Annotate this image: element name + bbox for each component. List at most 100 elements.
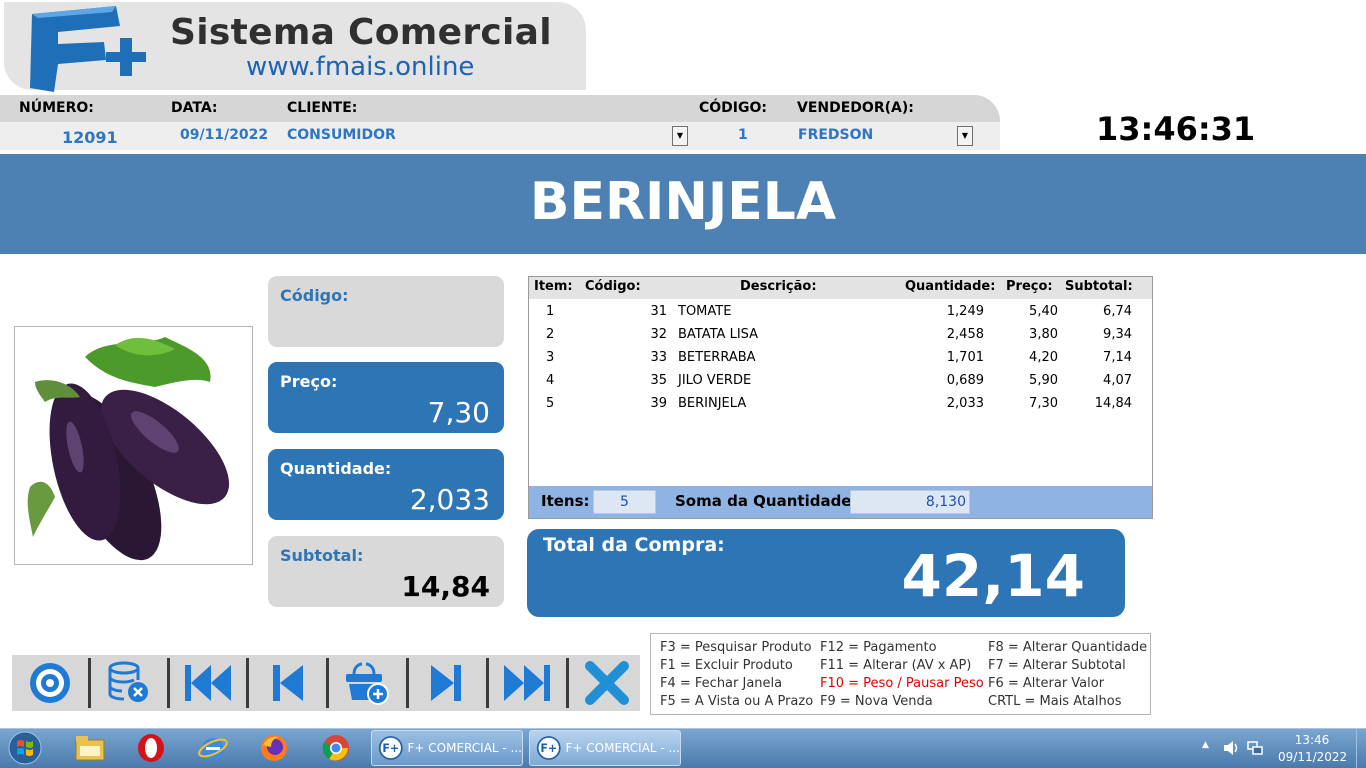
col-header-quantidade: Quantidade: bbox=[905, 279, 996, 294]
fmais-logo-icon bbox=[30, 6, 146, 92]
shortcut-item: F12 = Pagamento bbox=[820, 640, 937, 655]
show-desktop-button[interactable] bbox=[1356, 729, 1366, 768]
preco-field-label: Preço: bbox=[280, 372, 338, 391]
row-3-quantidade: 1,701 bbox=[946, 350, 984, 365]
preco-field-value: 7,30 bbox=[427, 396, 490, 429]
close-icon bbox=[585, 661, 629, 705]
cliente-label: CLIENTE: bbox=[287, 100, 358, 116]
quantidade-field: Quantidade: 2,033 bbox=[268, 449, 504, 520]
add-to-cart-button[interactable] bbox=[329, 657, 405, 709]
brand-url[interactable]: www.fmais.online bbox=[246, 52, 474, 82]
show-hidden-icons-chevron-icon[interactable]: ▲ bbox=[1202, 740, 1209, 750]
row-3-item: 3 bbox=[546, 350, 555, 365]
pdv-window: Sistema Comercial www.fmais.online NÚMER… bbox=[0, 0, 1366, 768]
svg-text:F+: F+ bbox=[540, 742, 557, 755]
row-5-codigo: 39 bbox=[650, 396, 667, 411]
subtotal-field: Subtotal: 14,84 bbox=[268, 536, 504, 607]
last-record-icon bbox=[504, 665, 550, 701]
items-table bbox=[528, 276, 1153, 519]
row-2-codigo: 32 bbox=[650, 327, 667, 342]
shortcut-item: F7 = Alterar Subtotal bbox=[988, 658, 1126, 673]
row-3-subtotal: 7,14 bbox=[1103, 350, 1132, 365]
network-icon[interactable] bbox=[1246, 739, 1264, 757]
row-1-subtotal: 6,74 bbox=[1103, 304, 1132, 319]
shortcut-item: F4 = Fechar Janela bbox=[660, 676, 783, 691]
row-5-quantidade: 2,033 bbox=[946, 396, 984, 411]
product-image bbox=[14, 326, 253, 565]
taskbar-opera[interactable] bbox=[133, 732, 169, 764]
data-label: DATA: bbox=[171, 100, 218, 116]
row-2-preco: 3,80 bbox=[1029, 327, 1058, 342]
database-delete-icon bbox=[108, 661, 148, 702]
row-2-item: 2 bbox=[546, 327, 555, 342]
row-2-quantidade: 2,458 bbox=[946, 327, 984, 342]
row-3-codigo: 33 bbox=[650, 350, 667, 365]
row-3-descricao[interactable]: BETERRABA bbox=[678, 350, 756, 365]
row-1-preco: 5,40 bbox=[1029, 304, 1058, 319]
cliente-dropdown-button[interactable]: ▼ bbox=[672, 126, 688, 146]
tray-clock-time[interactable]: 13:46 bbox=[1282, 733, 1342, 747]
vendedor-label: VENDEDOR(A): bbox=[797, 100, 914, 116]
current-product-name: BERINJELA bbox=[529, 172, 837, 232]
shortcut-item: F1 = Excluir Produto bbox=[660, 658, 793, 673]
tray-clock-date[interactable]: 09/11/2022 bbox=[1278, 750, 1347, 764]
numero-value: 12091 bbox=[62, 128, 118, 147]
taskbar-window-button[interactable]: F+ F+ COMERCIAL - ... bbox=[371, 730, 523, 766]
volume-icon[interactable] bbox=[1222, 739, 1240, 757]
close-sale-button[interactable] bbox=[569, 657, 645, 709]
shortcut-item: F8 = Alterar Quantidade bbox=[988, 640, 1148, 655]
row-5-descricao[interactable]: BERINJELA bbox=[678, 396, 746, 411]
col-header-codigo: Código: bbox=[585, 279, 641, 294]
codigo-label: CÓDIGO: bbox=[699, 100, 767, 116]
col-header-preco: Preço: bbox=[1006, 279, 1053, 294]
taskbar-window-title: F+ COMERCIAL - ... bbox=[565, 741, 681, 755]
preco-field: Preço: 7,30 bbox=[268, 362, 504, 433]
row-2-descricao[interactable]: BATATA LISA bbox=[678, 327, 758, 342]
taskbar-internet-explorer[interactable] bbox=[195, 732, 231, 764]
start-button[interactable] bbox=[4, 730, 46, 766]
previous-record-button[interactable] bbox=[249, 657, 325, 709]
start-icon bbox=[8, 731, 42, 765]
vendedor-dropdown-button[interactable]: ▼ bbox=[957, 126, 973, 146]
first-record-button[interactable] bbox=[170, 657, 246, 709]
shortcut-item-highlight: F10 = Peso / Pausar Peso bbox=[820, 676, 984, 691]
row-5-preco: 7,30 bbox=[1029, 396, 1058, 411]
col-header-subtotal: Subtotal: bbox=[1065, 279, 1133, 294]
row-1-codigo: 31 bbox=[650, 304, 667, 319]
next-record-button[interactable] bbox=[409, 657, 485, 709]
chevron-down-icon: ▼ bbox=[961, 131, 969, 140]
fmais-app-icon: F+ bbox=[536, 736, 561, 760]
fmais-app-icon: F+ bbox=[378, 736, 403, 760]
taskbar-firefox[interactable] bbox=[256, 732, 292, 764]
vendedor-code: 1 bbox=[738, 127, 748, 143]
svg-text:F+: F+ bbox=[382, 742, 399, 755]
codigo-field[interactable]: Código: bbox=[268, 276, 504, 347]
col-header-item: Item: bbox=[534, 279, 573, 294]
shortcut-item: F11 = Alterar (AV x AP) bbox=[820, 658, 972, 673]
cliente-select[interactable]: CONSUMIDOR bbox=[287, 127, 396, 143]
taskbar-explorer[interactable] bbox=[72, 732, 108, 764]
explorer-icon bbox=[75, 736, 105, 761]
shortcut-item: F3 = Pesquisar Produto bbox=[660, 640, 812, 655]
opera-icon bbox=[138, 734, 164, 762]
taskbar-window-button-active[interactable]: F+ F+ COMERCIAL - ... bbox=[529, 730, 681, 766]
brand-title: Sistema Comercial bbox=[170, 12, 552, 53]
record-button[interactable] bbox=[12, 657, 88, 709]
firefox-icon bbox=[261, 735, 287, 761]
cart-add-icon bbox=[346, 662, 389, 705]
row-4-descricao[interactable]: JILO VERDE bbox=[678, 373, 751, 388]
delete-database-button[interactable] bbox=[91, 657, 167, 709]
taskbar-window-title: F+ COMERCIAL - ... bbox=[407, 741, 523, 755]
shortcut-item: F5 = A Vista ou A Prazo bbox=[660, 694, 814, 709]
taskbar-chrome[interactable] bbox=[318, 732, 354, 764]
vendedor-select[interactable]: FREDSON bbox=[798, 127, 873, 143]
clock: 13:46:31 bbox=[1096, 110, 1256, 148]
quantidade-field-value: 2,033 bbox=[409, 483, 490, 516]
itens-count-label: Itens: bbox=[541, 492, 590, 510]
row-4-item: 4 bbox=[546, 373, 555, 388]
next-record-icon bbox=[431, 665, 461, 701]
last-record-button[interactable] bbox=[489, 657, 565, 709]
data-value: 09/11/2022 bbox=[180, 127, 269, 143]
row-1-descricao[interactable]: TOMATE bbox=[678, 304, 731, 319]
soma-quantidade-label: Soma da Quantidade: bbox=[675, 492, 858, 510]
